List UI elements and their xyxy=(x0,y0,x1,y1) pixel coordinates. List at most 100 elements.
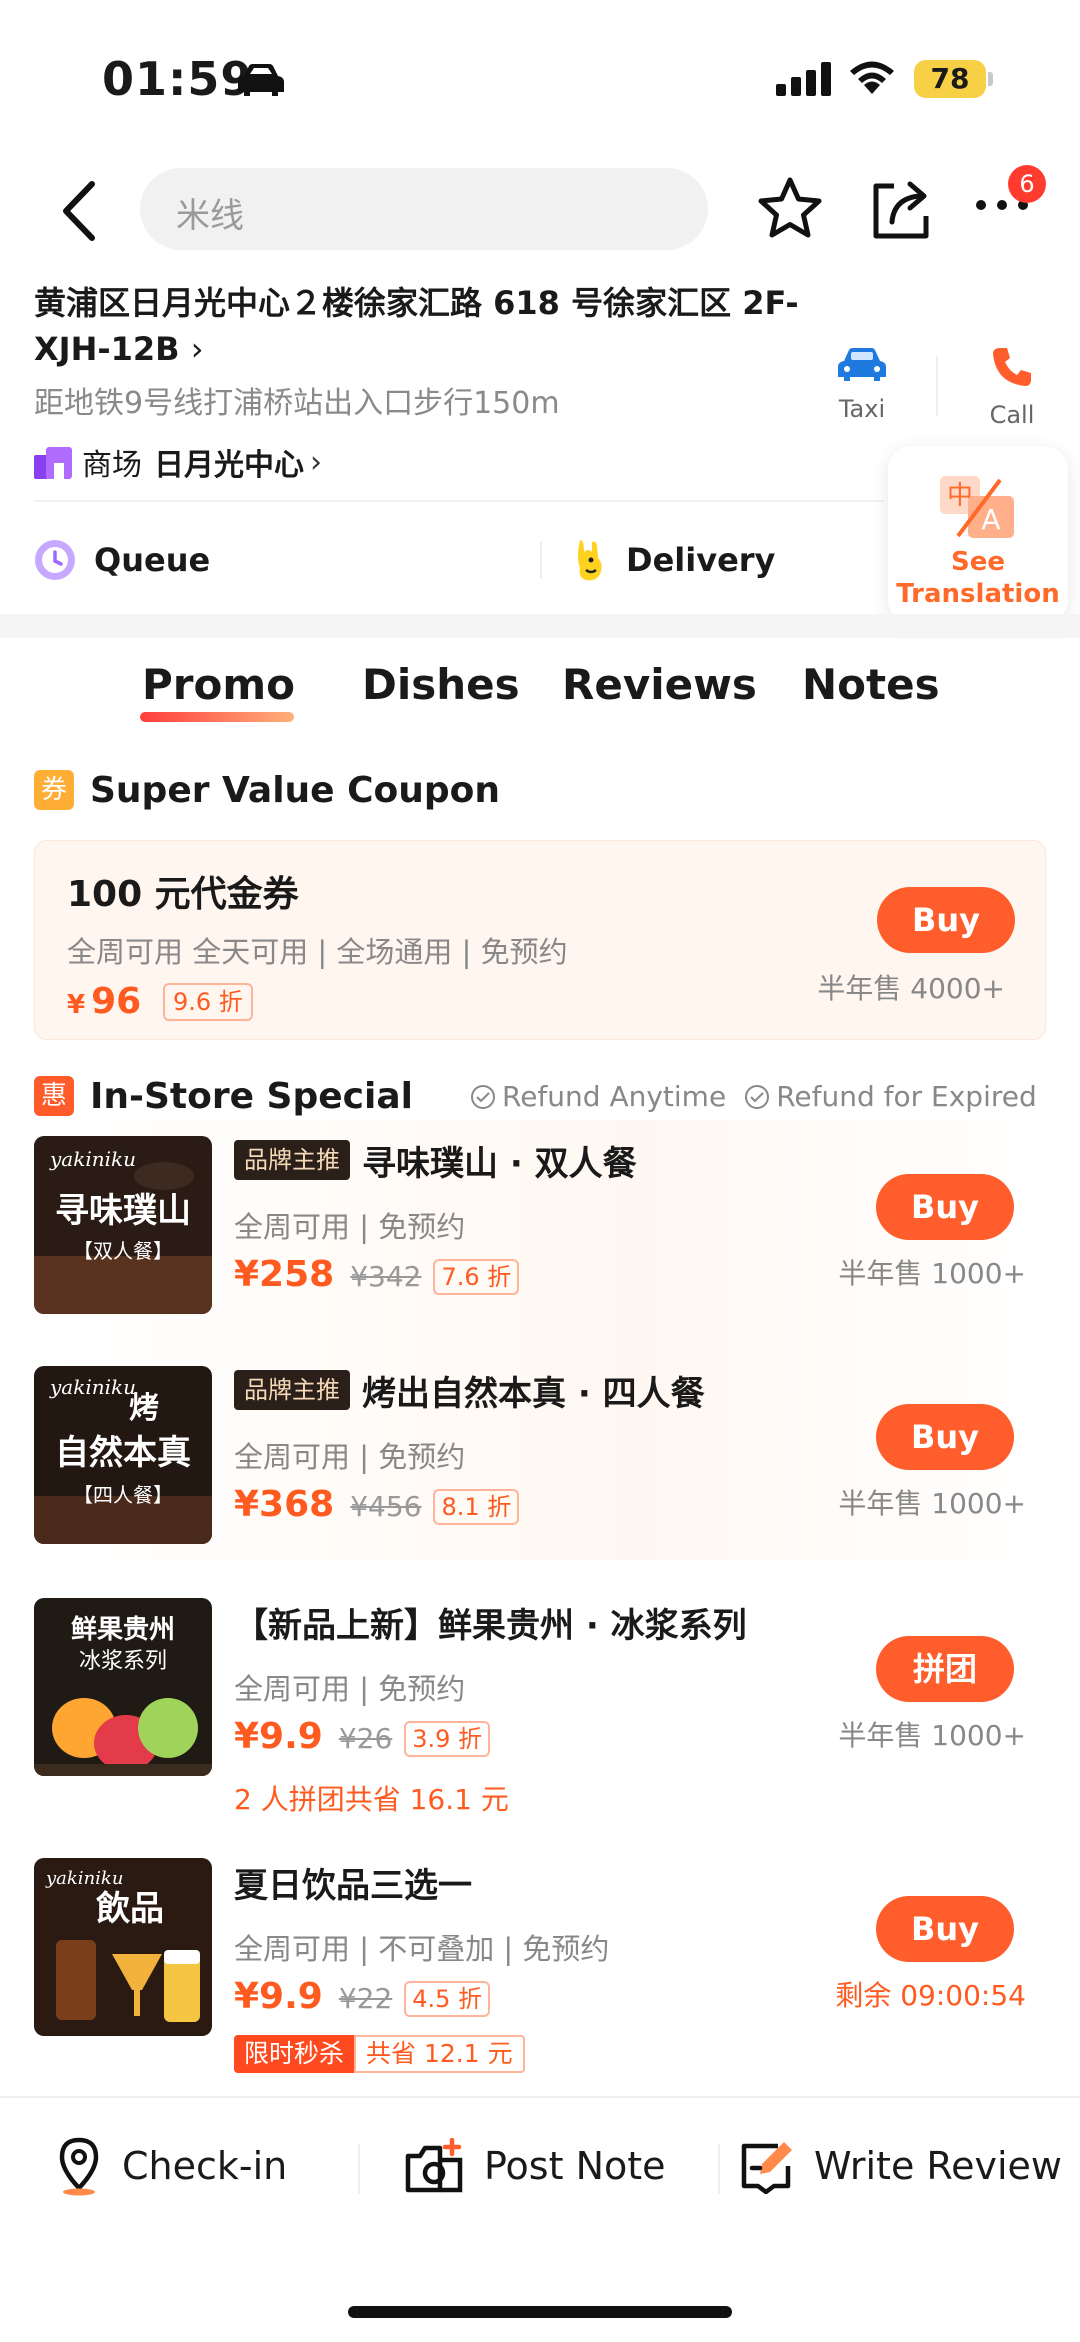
deal-discount-badge: 7.6 折 xyxy=(433,1259,520,1295)
metro-distance: 距地铁9号线打浦桥站出入口步行150m xyxy=(34,386,560,421)
battery-level: 78 xyxy=(914,60,986,98)
deal-sold-count: 半年售 1000+ xyxy=(838,1257,1026,1290)
write-review-button[interactable]: Write Review xyxy=(738,2134,1062,2198)
coupon-title: 100 元代金券 xyxy=(67,874,299,915)
deal-discount-badge: 3.9 折 xyxy=(404,1721,491,1757)
post-note-button[interactable]: Post Note xyxy=(404,2134,666,2198)
deal-price: ¥368 xyxy=(234,1484,335,1525)
deal-price-row: ¥258 ¥342 7.6 折 xyxy=(234,1254,520,1300)
deal-tags: 全周可用 | 免预约 xyxy=(234,1440,466,1474)
deal-price-row: ¥9.9 ¥22 4.5 折 xyxy=(234,1976,491,2022)
camera-plus-icon xyxy=(405,2138,463,2193)
checkin-button[interactable]: Check-in xyxy=(54,2134,287,2198)
queue-button[interactable]: Queue xyxy=(34,530,210,590)
post-note-label: Post Note xyxy=(484,2144,666,2188)
savings-badge: 共省 12.1 元 xyxy=(354,2035,525,2073)
tab-dishes[interactable]: Dishes xyxy=(362,660,520,709)
deal-price-row: ¥368 ¥456 8.1 折 xyxy=(234,1484,520,1530)
home-indicator xyxy=(348,2306,732,2318)
call-button[interactable]: Call xyxy=(980,345,1044,429)
write-review-label: Write Review xyxy=(814,2144,1062,2188)
location-pin-icon xyxy=(59,2137,99,2196)
delivery-button[interactable]: Delivery xyxy=(574,530,775,590)
taxi-button[interactable]: Taxi xyxy=(832,345,892,423)
coupon-tags: 全周可用 全天可用 | 全场通用 | 免预约 xyxy=(67,935,568,969)
back-icon[interactable] xyxy=(50,178,110,244)
coupon-chip-icon: 券 xyxy=(34,770,74,810)
coupon-sold-count: 半年售 4000+ xyxy=(817,972,1005,1005)
deal-discount-badge: 4.5 折 xyxy=(404,1981,491,2017)
phone-icon xyxy=(993,348,1031,386)
group-savings-note: 2 人拼团共省 16.1 元 xyxy=(234,1783,509,1816)
deal-name-row: 品牌主推 寻味璞山 · 双人餐 xyxy=(234,1138,637,1184)
call-label: Call xyxy=(989,401,1035,429)
deal-name-row: 品牌主推 烤出自然本真 · 四人餐 xyxy=(234,1368,705,1414)
thumb-top: 烤 xyxy=(129,1391,159,1426)
coupon-currency: ¥ xyxy=(67,990,86,1020)
thumb-title: 飲品 xyxy=(96,1889,164,1929)
queue-clock-icon xyxy=(35,540,75,580)
tab-promo[interactable]: Promo xyxy=(142,660,295,709)
thumb-subtitle: 【双人餐】 xyxy=(73,1239,173,1263)
contact-divider xyxy=(936,356,938,416)
store-section-title: In-Store Special xyxy=(90,1075,413,1117)
deal-price: ¥9.9 xyxy=(234,1976,323,2017)
deal-original-price: ¥22 xyxy=(338,1982,393,2015)
deal-buy-button[interactable]: Buy xyxy=(876,1896,1014,1962)
coupon-price-value: 96 xyxy=(91,981,142,1022)
deal-thumbnail: 鲜果贵州 冰浆系列 xyxy=(34,1598,212,1776)
check-circle-icon xyxy=(471,1084,495,1109)
tab-notes[interactable]: Notes xyxy=(802,660,940,709)
brand-recommended-tag: 品牌主推 xyxy=(234,1140,350,1180)
active-tab-indicator xyxy=(140,712,294,722)
thumb-subtitle: 冰浆系列 xyxy=(79,1649,167,1674)
action-divider xyxy=(718,2144,720,2194)
deal-name: 【新品上新】鲜果贵州 · 冰浆系列 xyxy=(234,1605,747,1646)
section-gap xyxy=(0,614,1080,638)
thumb-brand: yakiniku xyxy=(45,1868,123,1889)
favorite-star-icon[interactable] xyxy=(756,176,824,242)
delivery-label: Delivery xyxy=(626,541,776,579)
mall-chevron-icon: › xyxy=(310,444,322,480)
bottom-action-bar: Check-in Post Note Write Review xyxy=(0,2096,1080,2236)
store-address[interactable]: 黄浦区日月光中心２楼徐家汇路 618 号徐家汇区 2F-XJH-12B › xyxy=(34,280,814,372)
service-row: Queue Delivery xyxy=(34,530,884,590)
flash-sale-badge: 限时秒杀 xyxy=(234,2035,355,2073)
deal-tags: 全周可用 | 免预约 xyxy=(234,1210,466,1244)
search-bar[interactable]: 米线 xyxy=(140,168,708,250)
status-time: 01:59 xyxy=(102,52,254,106)
deal-buy-button[interactable]: Buy xyxy=(876,1404,1014,1470)
address-chevron-icon: › xyxy=(190,330,204,368)
tab-reviews[interactable]: Reviews xyxy=(562,660,757,709)
flash-sale-row: 限时秒杀 共省 12.1 元 xyxy=(234,2034,525,2074)
deal-original-price: ¥456 xyxy=(350,1490,422,1523)
countdown-timer: 剩余 09:00:54 xyxy=(835,1979,1026,2012)
deal-price: ¥9.9 xyxy=(234,1716,323,1757)
coupon-buy-button[interactable]: Buy xyxy=(877,887,1015,953)
group-buy-button[interactable]: 拼团 xyxy=(876,1636,1014,1702)
address-text: 黄浦区日月光中心２楼徐家汇路 618 号徐家汇区 2F-XJH-12B xyxy=(34,284,799,368)
coupon-card[interactable]: 100 元代金券 全周可用 全天可用 | 全场通用 | 免预约 ¥96 9.6 … xyxy=(34,840,1046,1040)
deal-buy-button[interactable]: Buy xyxy=(876,1174,1014,1240)
svg-text:A: A xyxy=(981,503,1000,536)
coupon-discount-badge: 9.6 折 xyxy=(163,983,253,1021)
mall-link[interactable]: 商场 日月光中心 › xyxy=(34,440,322,484)
deal-thumbnail: yakiniku 飲品 xyxy=(34,1858,212,2036)
queue-label: Queue xyxy=(94,541,211,579)
deal-original-price: ¥26 xyxy=(338,1722,393,1755)
divider xyxy=(34,500,884,502)
deal-price: ¥258 xyxy=(234,1254,335,1295)
deal-tags: 全周可用 | 不可叠加 | 免预约 xyxy=(234,1932,610,1966)
brand-recommended-tag: 品牌主推 xyxy=(234,1370,350,1410)
translate-icon: 中 A xyxy=(940,476,1014,538)
share-icon[interactable] xyxy=(870,178,932,240)
taxi-icon xyxy=(838,348,886,381)
service-divider xyxy=(540,542,542,578)
store-section-header: 惠 In-Store Special xyxy=(34,1074,413,1118)
search-placeholder: 米线 xyxy=(176,196,244,236)
coupon-section-header: 券 Super Value Coupon xyxy=(34,768,500,812)
delivery-kangaroo-icon xyxy=(578,540,602,581)
thumb-brand: yakiniku xyxy=(49,1375,136,1399)
see-translation-button[interactable]: 中 A See Translation xyxy=(888,446,1068,624)
refund-expired: Refund for Expired xyxy=(744,1080,1037,1113)
